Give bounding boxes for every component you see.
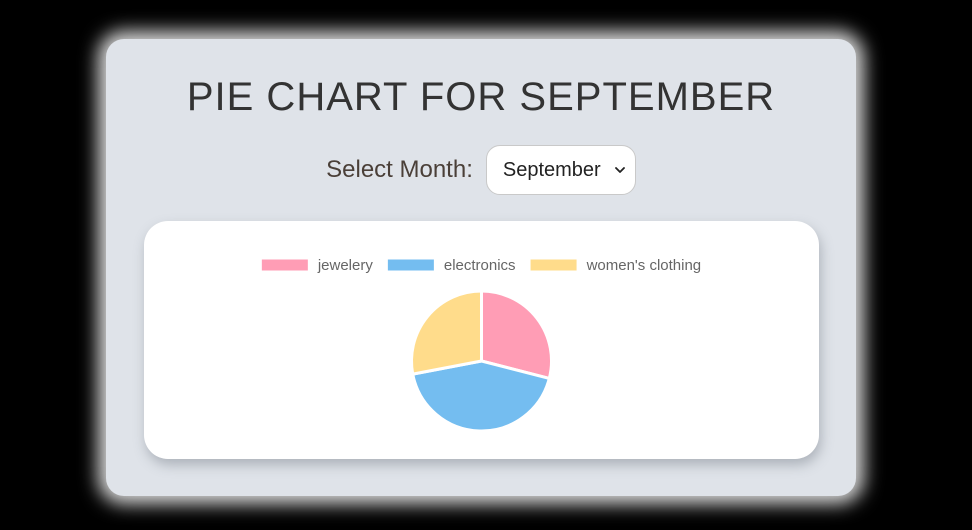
legend-swatch-2[interactable]: [530, 259, 577, 271]
chevron-down-icon: [614, 167, 625, 173]
select-month-label: Select Month:: [326, 156, 473, 183]
pie-slice-women-s-clothing[interactable]: [410, 289, 483, 376]
legend-label-1[interactable]: electronics: [444, 257, 516, 274]
month-select-row: Select Month: September: [106, 145, 856, 195]
legend-swatch-1[interactable]: [387, 259, 434, 271]
month-dropdown-value: September: [502, 158, 601, 181]
pie-chart: jewelery electronics women's clothing: [261, 257, 702, 433]
legend-label-2[interactable]: women's clothing: [586, 257, 702, 274]
legend-label-0[interactable]: jewelery: [317, 257, 374, 274]
main-panel: PIE CHART FOR SEPTEMBER Select Month: Se…: [106, 39, 856, 496]
chart-card: jewelery electronics women's clothing: [144, 221, 819, 459]
month-dropdown[interactable]: September: [485, 145, 636, 195]
page-title: PIE CHART FOR SEPTEMBER: [186, 75, 776, 119]
legend-swatch-0[interactable]: [261, 259, 308, 271]
